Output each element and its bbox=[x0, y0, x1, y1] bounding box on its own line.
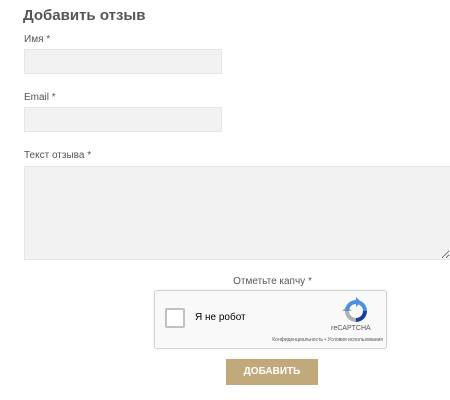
privacy-link[interactable]: Конфиденциальность bbox=[272, 337, 323, 343]
submit-button[interactable]: ДОБАВИТЬ bbox=[226, 359, 318, 385]
name-label: Имя * bbox=[24, 34, 51, 45]
terms-link[interactable]: Условия использования bbox=[328, 337, 384, 343]
review-textarea[interactable] bbox=[24, 166, 450, 260]
recaptcha-links: Конфиденциальность • Условия использован… bbox=[235, 337, 383, 343]
recaptcha-checkbox[interactable] bbox=[165, 308, 185, 328]
email-label: Email * bbox=[24, 92, 56, 103]
review-form: Добавить отзыв Имя * Email * Текст отзыв… bbox=[0, 0, 450, 400]
recaptcha-widget: Я не робот reCAPTCHA Конфиденциальность … bbox=[154, 290, 387, 349]
review-text-label: Текст отзыва * bbox=[24, 150, 92, 161]
form-title: Добавить отзыв bbox=[23, 7, 146, 24]
recaptcha-checkbox-label: Я не робот bbox=[195, 312, 246, 323]
name-input[interactable] bbox=[24, 49, 222, 74]
recaptcha-brand: reCAPTCHA bbox=[331, 325, 371, 332]
captcha-label: Отметьте капчу * bbox=[233, 276, 312, 287]
recaptcha-logo-icon bbox=[342, 297, 367, 322]
email-input[interactable] bbox=[24, 107, 222, 132]
